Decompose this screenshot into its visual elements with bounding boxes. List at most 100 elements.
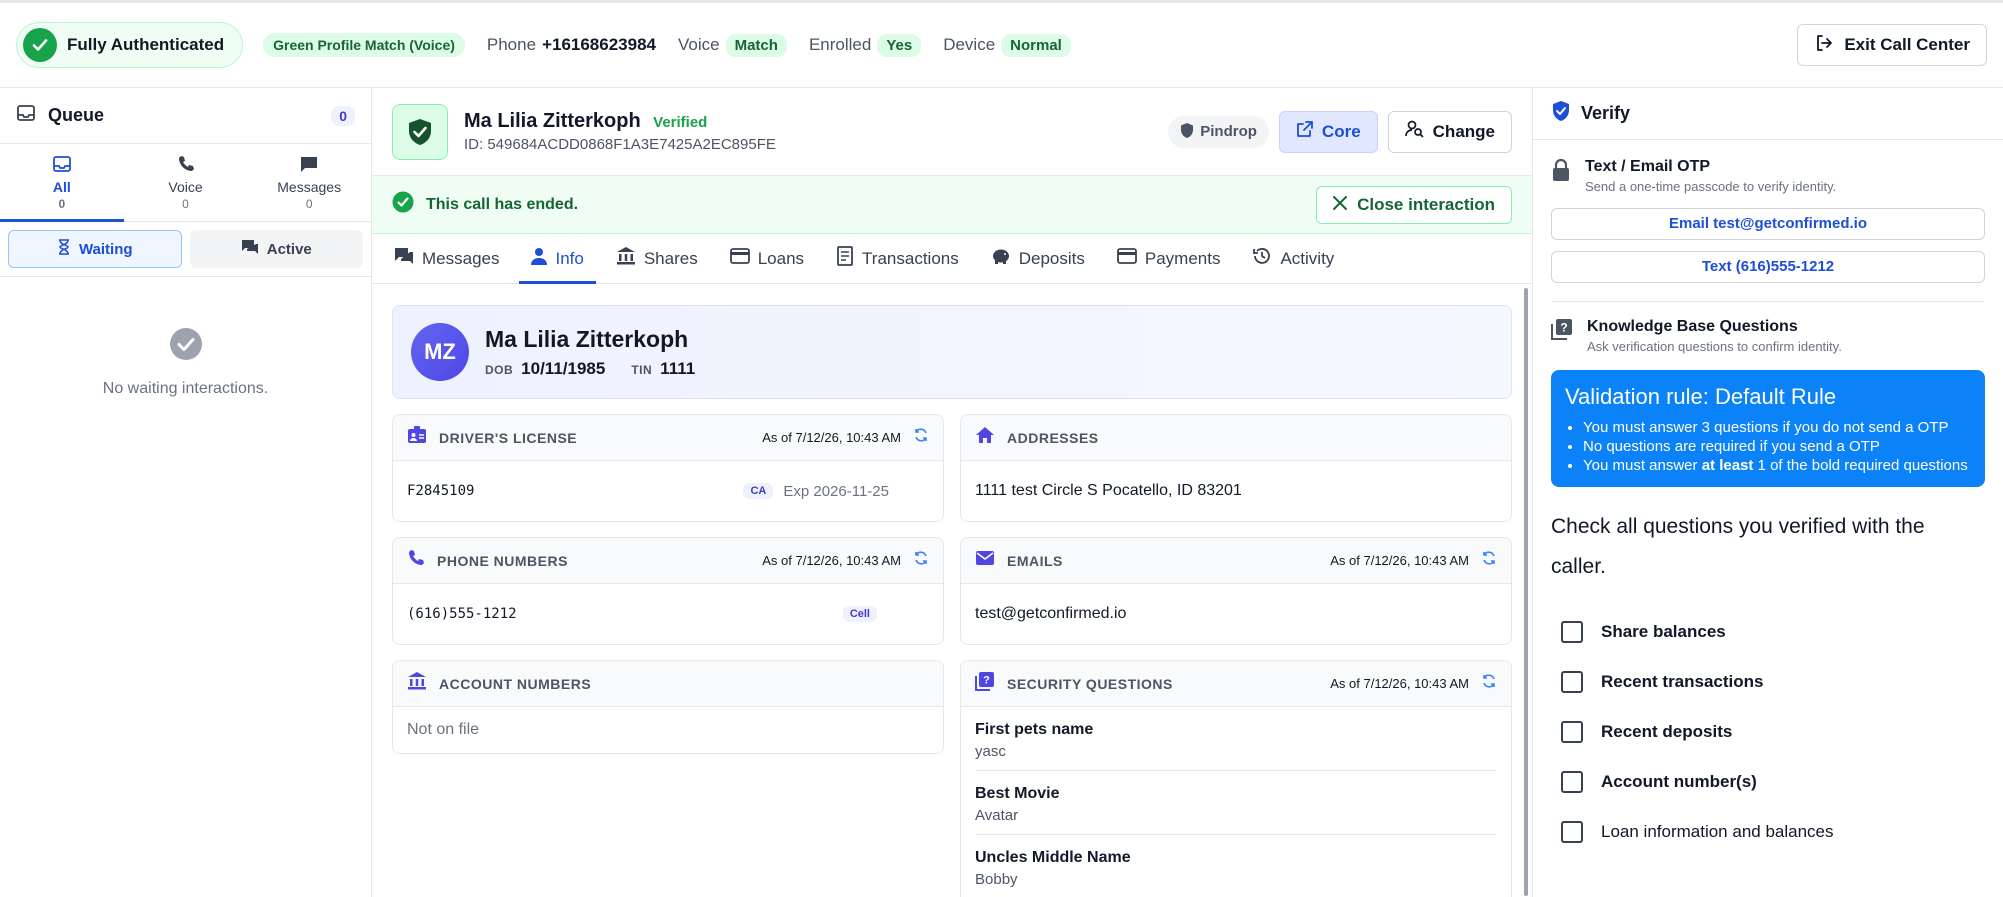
account-row: Not on file [393, 707, 943, 753]
member-summary-card: MZ Ma Lilia Zitterkoph DOB 10/11/1985 TI… [392, 305, 1512, 399]
chat-icon [394, 247, 414, 270]
id-card-icon [407, 426, 427, 449]
profile-name: Ma Lilia Zitterkoph [485, 325, 689, 352]
account-value: Not on file [407, 721, 480, 738]
rule-text: 1 of the bold required questions [1753, 457, 1968, 474]
active-filter-button[interactable]: Active [189, 230, 363, 268]
text-otp-button[interactable]: Text (616)555-1212 [1551, 251, 1985, 283]
refresh-icon[interactable] [913, 427, 929, 448]
as-of-timestamp: As of 7/12/26, 10:43 AM [1330, 553, 1469, 568]
bank-icon [616, 246, 636, 271]
verify-title: Verify [1581, 103, 1631, 123]
validation-rule-box: Validation rule: Default Rule You must a… [1551, 370, 1985, 487]
queue-tab-voice[interactable]: Voice 0 [124, 144, 248, 221]
phone-meta: Phone +16168623984 [487, 35, 656, 55]
mail-icon [975, 550, 995, 571]
queue-empty-state: No waiting interactions. [0, 327, 371, 398]
phone-icon [407, 549, 425, 572]
checklist-item[interactable]: Recent transactions [1533, 657, 2003, 707]
device-status-badge: Normal [1001, 33, 1071, 57]
queue-tab-all[interactable]: All 0 [0, 144, 124, 222]
address-value: 1111 test Circle S Pocatello, ID 83201 [975, 482, 1242, 499]
top-bar: Fully Authenticated Green Profile Match … [0, 0, 2003, 88]
empty-state-text: No waiting interactions. [102, 380, 269, 397]
phone-type-badge: Cell [842, 606, 877, 622]
email-row: test@getconfirmed.io [961, 584, 1511, 644]
change-member-button[interactable]: Change [1387, 110, 1512, 153]
queue-tab-messages[interactable]: Messages 0 [247, 144, 371, 221]
info-content: MZ Ma Lilia Zitterkoph DOB 10/11/1985 TI… [372, 285, 1532, 897]
svg-text:?: ? [1560, 321, 1567, 335]
validation-rule-item: You must answer at least 1 of the bold r… [1583, 456, 1971, 475]
close-interaction-button[interactable]: Close interaction [1316, 185, 1512, 224]
checkbox[interactable] [1561, 671, 1583, 693]
card-title: DRIVER'S LICENSE [439, 429, 578, 446]
email-otp-button[interactable]: Email test@getconfirmed.io [1551, 208, 1985, 240]
checkbox[interactable] [1561, 621, 1583, 643]
rule-text: You must answer [1583, 457, 1702, 474]
checkbox[interactable] [1561, 721, 1583, 743]
refresh-icon[interactable] [1481, 550, 1497, 571]
as-of-timestamp: As of 7/12/26, 10:43 AM [762, 430, 901, 445]
tab-shares[interactable]: Shares [604, 234, 710, 283]
auth-status-pill: Fully Authenticated [16, 22, 244, 68]
checklist-label: Loan information and balances [1601, 822, 1834, 841]
address-row: 1111 test Circle S Pocatello, ID 83201 [961, 461, 1511, 521]
external-link-icon [1296, 120, 1314, 143]
call-ended-text: This call has ended. [426, 195, 579, 213]
card-header: PHONE NUMBERS As of 7/12/26, 10:43 AM [393, 538, 943, 584]
tab-info[interactable]: Info [519, 234, 597, 284]
shield-icon [1180, 122, 1194, 142]
enrolled-label: Enrolled [808, 35, 872, 54]
member-actions: Pindrop Core Change [1168, 110, 1512, 153]
active-label: Active [266, 240, 312, 258]
checklist-label: Account number(s) [1601, 772, 1757, 791]
security-answer: Avatar [975, 807, 1019, 824]
core-button[interactable]: Core [1278, 110, 1378, 153]
state-badge: CA [743, 483, 774, 499]
queue-filter-toggle: Waiting Active [0, 222, 371, 277]
checkbox[interactable] [1561, 771, 1583, 793]
tab-payments[interactable]: Payments [1105, 234, 1233, 283]
queue-title: Queue [48, 105, 105, 125]
card-header: ADDRESSES [961, 415, 1511, 461]
checklist-label: Recent deposits [1601, 722, 1733, 741]
waiting-filter-button[interactable]: Waiting [8, 230, 182, 268]
exit-call-center-button[interactable]: Exit Call Center [1797, 24, 1987, 66]
checklist-item[interactable]: Recent deposits [1533, 707, 2003, 757]
tab-activity[interactable]: Activity [1240, 234, 1346, 283]
tab-transactions[interactable]: Transactions [824, 234, 971, 283]
validation-rule-item: You must answer 3 questions if you do no… [1583, 418, 1971, 437]
rule-emphasis: at least [1701, 457, 1754, 474]
verified-shield-icon [1551, 100, 1571, 127]
checklist-item[interactable]: Share balances [1533, 607, 2003, 657]
member-summary-info: Ma Lilia Zitterkoph DOB 10/11/1985 TIN 1… [485, 326, 713, 379]
divider [1551, 301, 1985, 302]
security-question-list: First pets name yasc Best Movie Avatar U… [961, 707, 1511, 897]
member-tabs: Messages Info Shares Loans Transactions … [372, 234, 1532, 284]
refresh-icon[interactable] [1481, 673, 1497, 694]
phone-icon [176, 154, 196, 177]
checklist-item[interactable]: Loan information and balances [1533, 807, 2003, 857]
card-title: PHONE NUMBERS [437, 552, 568, 569]
device-label: Device [943, 35, 996, 54]
card-header: ? SECURITY QUESTIONS As of 7/12/26, 10:4… [961, 661, 1511, 707]
queue-header: Queue 0 [0, 88, 371, 144]
checkbox[interactable] [1561, 821, 1583, 843]
tab-messages[interactable]: Messages [382, 234, 511, 283]
addresses-card: ADDRESSES 1111 test Circle S Pocatello, … [960, 414, 1512, 522]
tab-deposits[interactable]: Deposits [979, 234, 1097, 283]
scrollbar[interactable] [1524, 288, 1528, 896]
tab-label: Deposits [1018, 248, 1085, 268]
security-question: Best Movie [975, 785, 1060, 802]
check-circle-icon [23, 28, 57, 62]
security-answer: Bobby [975, 871, 1018, 888]
tab-loans[interactable]: Loans [718, 234, 816, 283]
chat-icon [299, 154, 319, 177]
refresh-icon[interactable] [913, 550, 929, 571]
card-title: SECURITY QUESTIONS [1007, 675, 1173, 692]
checklist-item[interactable]: Account number(s) [1533, 757, 2003, 807]
card-title: ACCOUNT NUMBERS [439, 675, 592, 692]
receipt-icon [836, 246, 854, 271]
tab-label: Messages [422, 248, 500, 268]
